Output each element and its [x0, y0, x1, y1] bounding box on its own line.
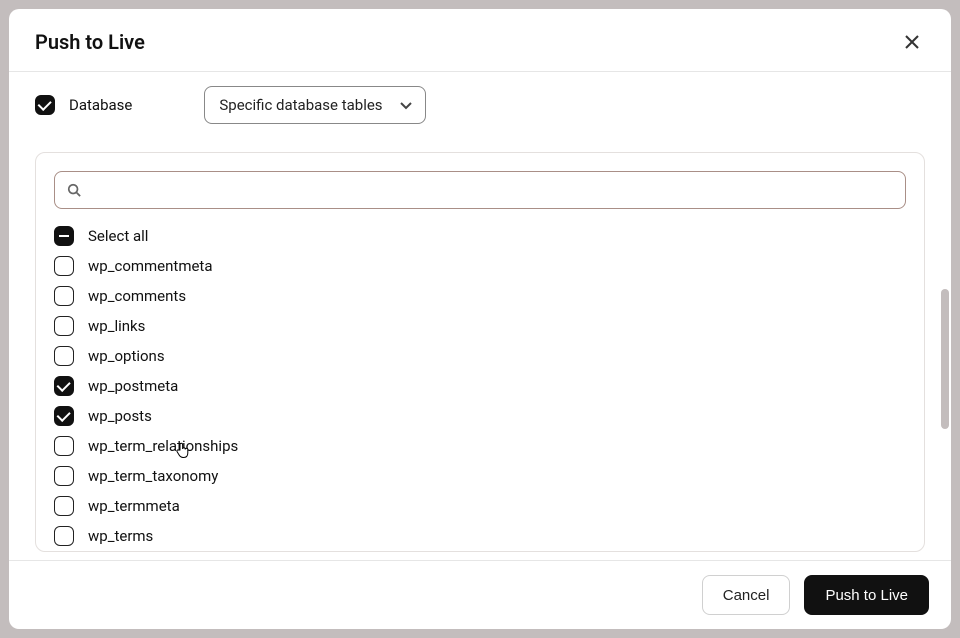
table-checkbox[interactable]: [54, 286, 74, 306]
close-icon: [904, 34, 920, 50]
search-icon: [67, 183, 81, 197]
table-row[interactable]: wp_comments: [54, 281, 906, 311]
table-checkbox[interactable]: [54, 376, 74, 396]
table-name: wp_commentmeta: [88, 257, 213, 275]
modal-footer: Cancel Push to Live: [9, 560, 951, 629]
database-row: Database Specific database tables: [35, 86, 925, 124]
database-mode-value: Specific database tables: [219, 96, 382, 114]
table-checkbox[interactable]: [54, 406, 74, 426]
modal-header: Push to Live: [9, 9, 951, 72]
table-name: wp_term_relationships: [88, 437, 238, 455]
modal-title: Push to Live: [35, 30, 145, 54]
cancel-button[interactable]: Cancel: [702, 575, 791, 615]
table-row[interactable]: wp_links: [54, 311, 906, 341]
select-all-label: Select all: [88, 227, 148, 245]
table-row[interactable]: wp_postmeta: [54, 371, 906, 401]
push-to-live-button[interactable]: Push to Live: [804, 575, 929, 615]
table-row[interactable]: wp_term_relationships: [54, 431, 906, 461]
scrollbar-thumb[interactable]: [941, 289, 949, 429]
table-name: wp_terms: [88, 527, 153, 545]
table-row[interactable]: wp_options: [54, 341, 906, 371]
table-checkbox[interactable]: [54, 346, 74, 366]
table-checkbox[interactable]: [54, 316, 74, 336]
table-checkbox[interactable]: [54, 436, 74, 456]
table-checkbox[interactable]: [54, 526, 74, 546]
tables-panel: Select all wp_commentmeta wp_comments wp…: [35, 152, 925, 552]
table-list: Select all wp_commentmeta wp_comments wp…: [54, 221, 906, 551]
modal-body: Database Specific database tables Select…: [9, 72, 951, 560]
table-checkbox[interactable]: [54, 496, 74, 516]
table-name: wp_term_taxonomy: [88, 467, 218, 485]
select-all-checkbox[interactable]: [54, 226, 74, 246]
close-button[interactable]: [899, 29, 925, 55]
database-checkbox[interactable]: [35, 95, 55, 115]
table-row[interactable]: wp_terms: [54, 521, 906, 551]
table-name: wp_options: [88, 347, 165, 365]
table-name: wp_posts: [88, 407, 152, 425]
table-checkbox[interactable]: [54, 466, 74, 486]
table-name: wp_links: [88, 317, 145, 335]
database-label: Database: [69, 96, 132, 114]
table-row[interactable]: wp_commentmeta: [54, 251, 906, 281]
table-checkbox[interactable]: [54, 256, 74, 276]
table-name: wp_termmeta: [88, 497, 180, 515]
table-name: wp_comments: [88, 287, 186, 305]
table-name: wp_postmeta: [88, 377, 178, 395]
chevron-down-icon: [399, 98, 413, 112]
table-row[interactable]: wp_termmeta: [54, 491, 906, 521]
push-to-live-modal: Push to Live Database Specific database …: [9, 9, 951, 629]
table-search[interactable]: [54, 171, 906, 209]
table-row[interactable]: wp_term_taxonomy: [54, 461, 906, 491]
table-row[interactable]: wp_posts: [54, 401, 906, 431]
table-search-input[interactable]: [89, 182, 893, 198]
select-all-row[interactable]: Select all: [54, 221, 906, 251]
database-mode-select[interactable]: Specific database tables: [204, 86, 426, 124]
